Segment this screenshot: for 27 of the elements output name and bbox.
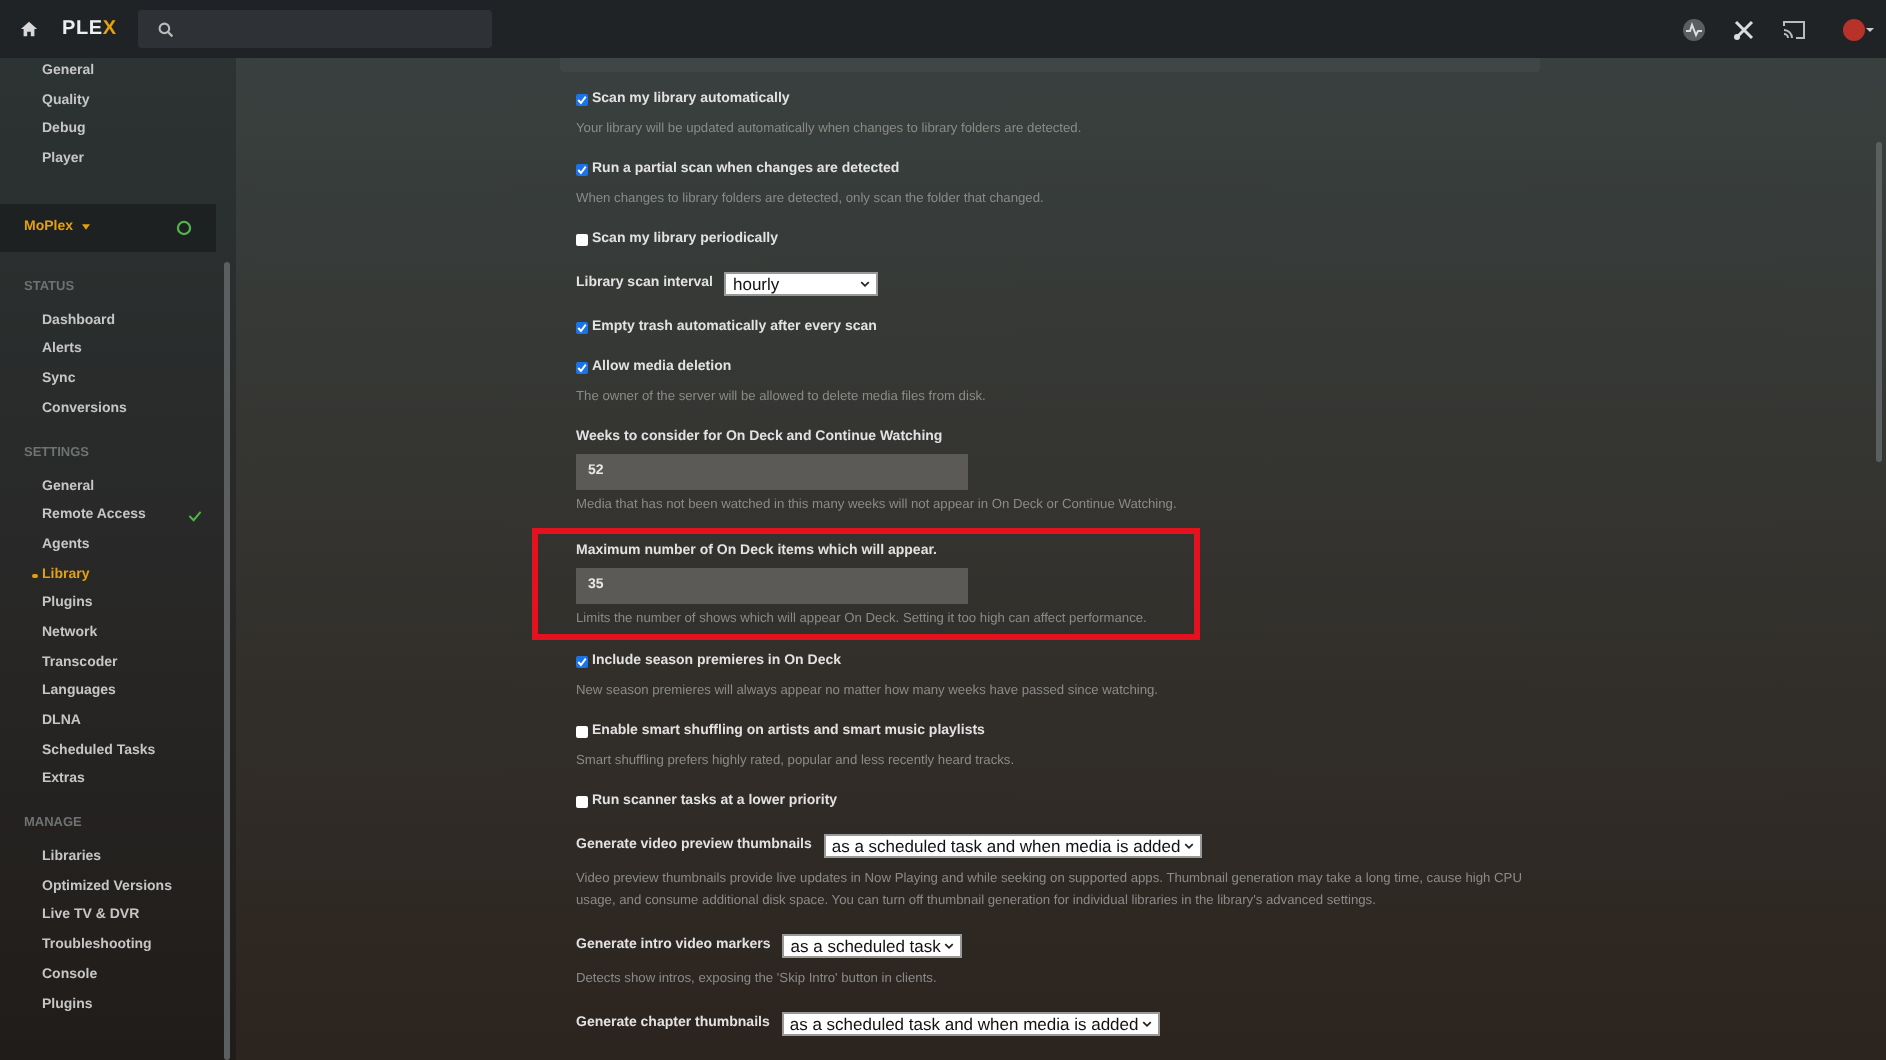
dropdown[interactable]: as a scheduled task bbox=[782, 934, 963, 958]
checkbox[interactable] bbox=[576, 656, 588, 668]
checkbox[interactable] bbox=[576, 234, 588, 246]
checkbox[interactable] bbox=[576, 362, 588, 374]
cast-icon[interactable] bbox=[1782, 17, 1806, 41]
dropdown[interactable]: as a scheduled task and when media is added bbox=[781, 1012, 1161, 1036]
home-icon[interactable] bbox=[20, 20, 38, 38]
checkbox[interactable] bbox=[576, 726, 588, 738]
checkbox[interactable] bbox=[576, 322, 588, 334]
chevron-icon bbox=[944, 942, 955, 950]
avatar[interactable] bbox=[1842, 17, 1874, 41]
search-field[interactable] bbox=[138, 10, 493, 48]
search-icon bbox=[158, 21, 175, 37]
checkbox[interactable] bbox=[576, 796, 588, 808]
activity-icon[interactable] bbox=[1682, 17, 1706, 41]
chevron-icon bbox=[860, 280, 871, 288]
scrollbar-thumb[interactable] bbox=[1876, 142, 1882, 462]
dropdown[interactable]: as a scheduled task and when media is added bbox=[823, 834, 1203, 858]
chevron-icon bbox=[1142, 1020, 1153, 1028]
tools-icon[interactable] bbox=[1732, 17, 1756, 41]
plex-logo[interactable]: PLEX bbox=[62, 18, 117, 40]
scrollbar-thumb[interactable] bbox=[224, 262, 230, 1060]
checkbox[interactable] bbox=[576, 94, 588, 106]
caret-icon bbox=[81, 224, 90, 231]
dropdown[interactable]: hourly bbox=[724, 272, 879, 296]
chevron-icon bbox=[1184, 842, 1195, 850]
checkbox[interactable] bbox=[576, 164, 588, 176]
